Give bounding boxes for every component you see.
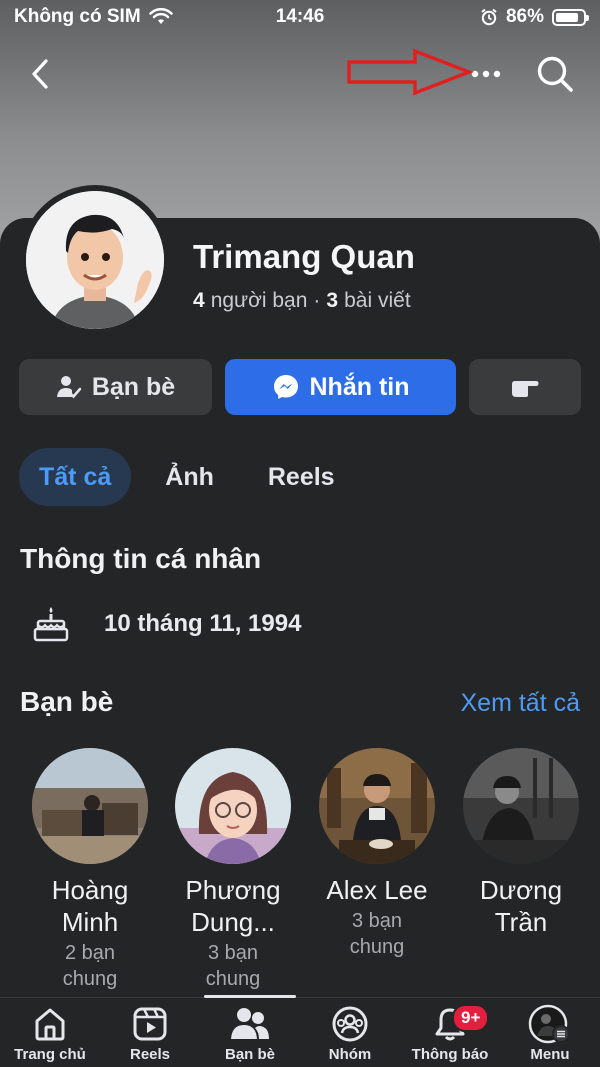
friend-card-2[interactable]: Phương Dung... 3 bạn chung [158, 748, 308, 992]
friend-mutual-1: 2 bạn chung [62, 942, 118, 990]
friends-count-label[interactable]: người bạn [211, 289, 308, 313]
profile-avatar[interactable] [20, 185, 170, 335]
friend-name-3: Alex Lee [326, 875, 428, 905]
birthday-text: 10 tháng 11, 1994 [104, 610, 302, 637]
friend-check-icon [56, 376, 82, 399]
profile-name: Trimang Quan [193, 238, 415, 275]
nav-menu[interactable]: Menu [500, 1004, 600, 1066]
stats-separator: · [313, 289, 321, 312]
friend-photo-1 [32, 748, 148, 864]
nav-label: Bạn bè [224, 1046, 275, 1063]
friend-name-1: Hoàng Minh [51, 875, 129, 937]
chevron-left-icon [32, 59, 48, 89]
nav-friends[interactable]: Bạn bè [200, 1004, 300, 1066]
battery-icon [552, 8, 589, 26]
notification-badge: 9+ [452, 1004, 490, 1032]
nav-label: Trang chủ [14, 1046, 86, 1063]
profile-actions: Bạn bè Nhắn tin [19, 359, 581, 415]
friend-card-4[interactable]: Dương Trần [446, 748, 596, 940]
friends-status-button[interactable]: Bạn bè [19, 359, 212, 415]
friends-section-title: Bạn bè [20, 686, 114, 717]
friend-photo-4 [463, 748, 579, 864]
more-dots-icon [471, 70, 501, 78]
battery-percent: 86% [505, 6, 544, 27]
message-button[interactable]: Nhắn tin [225, 359, 456, 415]
carrier-label: Không có SIM [14, 6, 141, 27]
home-icon [35, 1008, 65, 1041]
menu-avatar-icon [528, 1004, 570, 1044]
friends-icon [231, 1008, 269, 1039]
friend-name-4: Dương Trần [479, 875, 563, 937]
poke-hand-icon [512, 381, 539, 397]
reels-icon [133, 1007, 167, 1041]
posts-count: 3 [326, 289, 339, 312]
birthday-row: 10 tháng 11, 1994 [32, 605, 301, 643]
wifi-icon [148, 8, 173, 24]
friend-photo-3 [319, 748, 435, 864]
message-button-label: Nhắn tin [309, 372, 410, 401]
nav-notifications[interactable]: 9+ Thông báo [400, 1004, 500, 1066]
groups-icon [332, 1006, 368, 1042]
top-nav [0, 50, 600, 100]
friend-photo-2 [175, 748, 291, 864]
nav-home[interactable]: Trang chủ [0, 1004, 100, 1066]
nav-label: Nhóm [328, 1046, 372, 1063]
friend-mutual-3: 3 bạn chung [349, 910, 405, 958]
tab-reels[interactable]: Reels [248, 448, 355, 506]
friends-count: 4 [193, 289, 205, 312]
bottom-nav: Trang chủ Reels Bạn bè Nhóm 9+ Thông báo… [0, 995, 600, 1067]
search-button[interactable] [530, 50, 580, 98]
birthday-cake-icon [33, 607, 69, 642]
alarm-icon [481, 8, 497, 26]
tab-all[interactable]: Tất cả [19, 448, 132, 506]
poke-button[interactable] [469, 359, 581, 415]
profile-tabs: Tất cả Ảnh Reels [19, 448, 355, 506]
nav-groups[interactable]: Nhóm [300, 1004, 400, 1066]
avatar-image [26, 191, 164, 329]
nav-label: Menu [530, 1046, 570, 1063]
back-button[interactable] [20, 50, 60, 98]
posts-count-label: bài viết [344, 289, 411, 312]
nav-label: Reels [129, 1046, 171, 1063]
clock: 14:46 [275, 6, 325, 27]
personal-info-title: Thông tin cá nhân [20, 543, 262, 574]
friends-list: Hoàng Minh 2 bạn chung Phương Dung... 3 bạn… [0, 748, 600, 998]
active-tab-indicator [204, 995, 296, 998]
friend-mutual-2: 3 bạn chung [205, 942, 261, 990]
messenger-icon [273, 375, 298, 399]
friend-card-1[interactable]: Hoàng Minh 2 bạn chung [15, 748, 165, 992]
friends-button-label: Bạn bè [91, 372, 176, 401]
nav-label: Thông báo [411, 1046, 489, 1063]
profile-stats: 4 người bạn · 3 bài viết [193, 289, 411, 313]
nav-reels[interactable]: Reels [100, 1004, 200, 1066]
search-icon [537, 56, 573, 92]
see-all-friends-link[interactable]: Xem tất cả [461, 689, 581, 718]
annotation-arrow-icon [347, 48, 474, 96]
friend-card-3[interactable]: Alex Lee 3 bạn chung [302, 748, 452, 960]
friend-name-2: Phương Dung... [185, 875, 281, 937]
tab-photos[interactable]: Ảnh [145, 448, 234, 506]
status-bar: Không có SIM 14:46 86% [0, 0, 600, 34]
